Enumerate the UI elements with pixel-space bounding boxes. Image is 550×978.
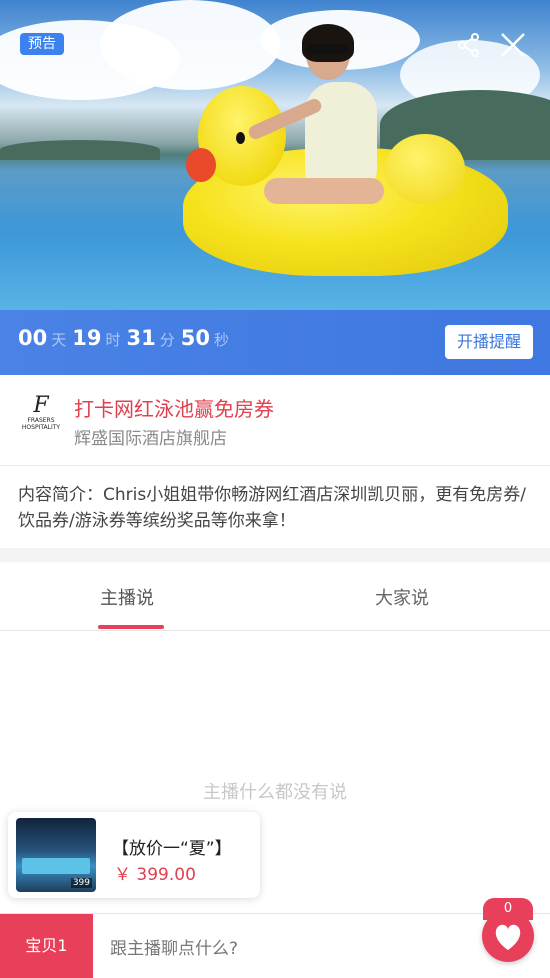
countdown-days: 00	[18, 326, 48, 350]
hero-cover-image: 预告	[0, 0, 550, 310]
section-divider	[0, 548, 550, 562]
countdown-timer: 00 天 19 时 31 分 50 秒	[18, 326, 235, 350]
store-name[interactable]: 辉盛国际酒店旗舰店	[74, 424, 227, 449]
thumbnail-pool	[22, 858, 90, 874]
store-logo-mark: F	[33, 393, 49, 418]
live-title: 打卡网红泳池赢免房券	[74, 397, 274, 421]
person-sunglasses	[305, 44, 349, 54]
share-icon[interactable]	[454, 30, 484, 60]
duck-eye	[236, 132, 245, 144]
countdown-days-unit: 天	[51, 331, 67, 349]
person-leg	[264, 178, 384, 204]
product-card[interactable]: 399 【放价一“夏”】 ￥ 399.00	[8, 812, 260, 898]
preview-badge: 预告	[20, 33, 64, 55]
like-count: 0	[483, 898, 533, 920]
countdown-seconds: 50	[180, 326, 210, 350]
items-button[interactable]: 宝贝1	[0, 914, 93, 978]
store-logo-main-text: FRASERS	[27, 417, 55, 424]
active-tab-indicator	[98, 625, 164, 629]
content-intro: 内容简介：Chris小姐姐带你畅游网红酒店深圳凯贝丽，更有免房券/饮品券/游泳券…	[0, 466, 550, 548]
comment-tabs: 主播说 大家说	[0, 562, 550, 631]
countdown-hours-unit: 时	[105, 331, 121, 349]
store-logo: F FRASERS HOSPITALITY	[20, 395, 62, 443]
product-price: ￥ 399.00	[114, 865, 196, 885]
store-logo-sub-text: HOSPITALITY	[21, 424, 61, 431]
cloud-shape	[100, 0, 280, 90]
tab-anchor-says[interactable]: 主播说	[100, 584, 154, 610]
duck-beak	[186, 148, 216, 182]
intro-text: 内容简介：Chris小姐姐带你畅游网红酒店深圳凯贝丽，更有免房券/饮品券/游泳券…	[18, 485, 526, 531]
countdown-hours: 19	[72, 326, 102, 350]
countdown-bar: 00 天 19 时 31 分 50 秒 开播提醒	[0, 310, 550, 375]
like-button[interactable]: 0	[480, 898, 536, 964]
chat-input[interactable]: 跟主播聊点什么?	[110, 934, 238, 959]
duck-tail	[385, 134, 465, 204]
countdown-seconds-unit: 秒	[213, 331, 229, 349]
thumbnail-price: 399	[70, 878, 92, 888]
bottom-bar: 宝贝1 跟主播聊点什么?	[0, 913, 550, 978]
product-thumbnail: 399	[16, 818, 96, 892]
live-reminder-button[interactable]: 开播提醒	[445, 325, 533, 359]
product-name: 【放价一“夏”】	[112, 839, 232, 859]
mountain-shape	[0, 140, 160, 160]
close-icon[interactable]	[498, 30, 528, 60]
empty-state-text: 主播什么都没有说	[203, 782, 347, 803]
store-info[interactable]: F FRASERS HOSPITALITY 打卡网红泳池赢免房券 辉盛国际酒店旗…	[0, 375, 550, 466]
person-hair	[302, 24, 354, 62]
countdown-minutes: 31	[126, 326, 156, 350]
tab-everyone-says[interactable]: 大家说	[375, 584, 429, 610]
countdown-minutes-unit: 分	[159, 331, 175, 349]
